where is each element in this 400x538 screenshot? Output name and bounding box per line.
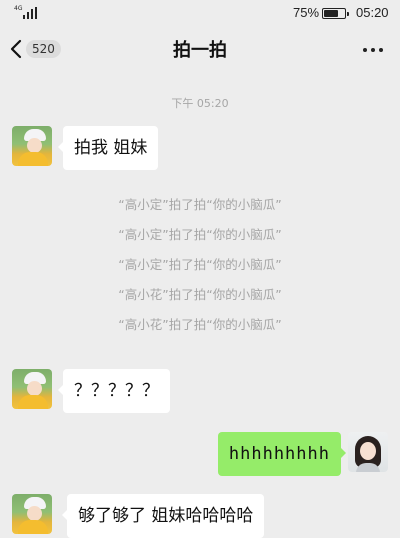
pat-system-message: “高小花”拍了拍“你的小脑瓜” [118,317,282,332]
avatar-body [18,152,48,166]
nav-bar: 520 拍一拍 [0,28,400,72]
contact-avatar[interactable] [12,369,52,409]
signal-indicator: 4G [14,5,40,21]
battery-fill [324,10,339,17]
contact-avatar[interactable] [12,126,52,166]
own-avatar[interactable] [348,432,388,472]
network-type: 4G [14,5,23,12]
battery-icon [322,8,349,19]
message-bubble-outgoing[interactable]: hhhhhhhhh [217,432,347,476]
avatar-face [27,506,42,521]
message-bubble-incoming[interactable]: 够了够了 姐妹哈哈哈哈 [61,494,265,538]
contact-avatar[interactable] [12,494,52,534]
pat-system-message: “高小定”拍了拍“你的小脑瓜” [118,227,282,242]
pat-system-message: “高小定”拍了拍“你的小脑瓜” [118,197,282,212]
status-bar: 4G 75% 05:20 [0,0,400,28]
avatar-body [18,520,48,534]
avatar-shirt [356,463,380,472]
message-bubble-incoming[interactable]: ？？？？？ [58,369,170,413]
battery-tip [347,11,349,16]
battery-percent: 75% [293,5,320,20]
more-dots-icon[interactable] [360,40,386,60]
pat-system-message: “高小花”拍了拍“你的小脑瓜” [118,287,282,302]
avatar-face [360,442,376,460]
avatar-face [27,381,42,396]
pat-system-message: “高小定”拍了拍“你的小脑瓜” [118,257,282,272]
avatar-face [27,138,42,153]
status-time: 05:20 [356,5,389,20]
page-title: 拍一拍 [173,40,227,61]
signal-bars-icon [23,7,39,19]
avatar-body [18,395,48,409]
message-bubble-incoming[interactable]: 拍我 姐妹 [57,126,159,170]
chat-timestamp: 下午 05:20 [171,97,229,110]
